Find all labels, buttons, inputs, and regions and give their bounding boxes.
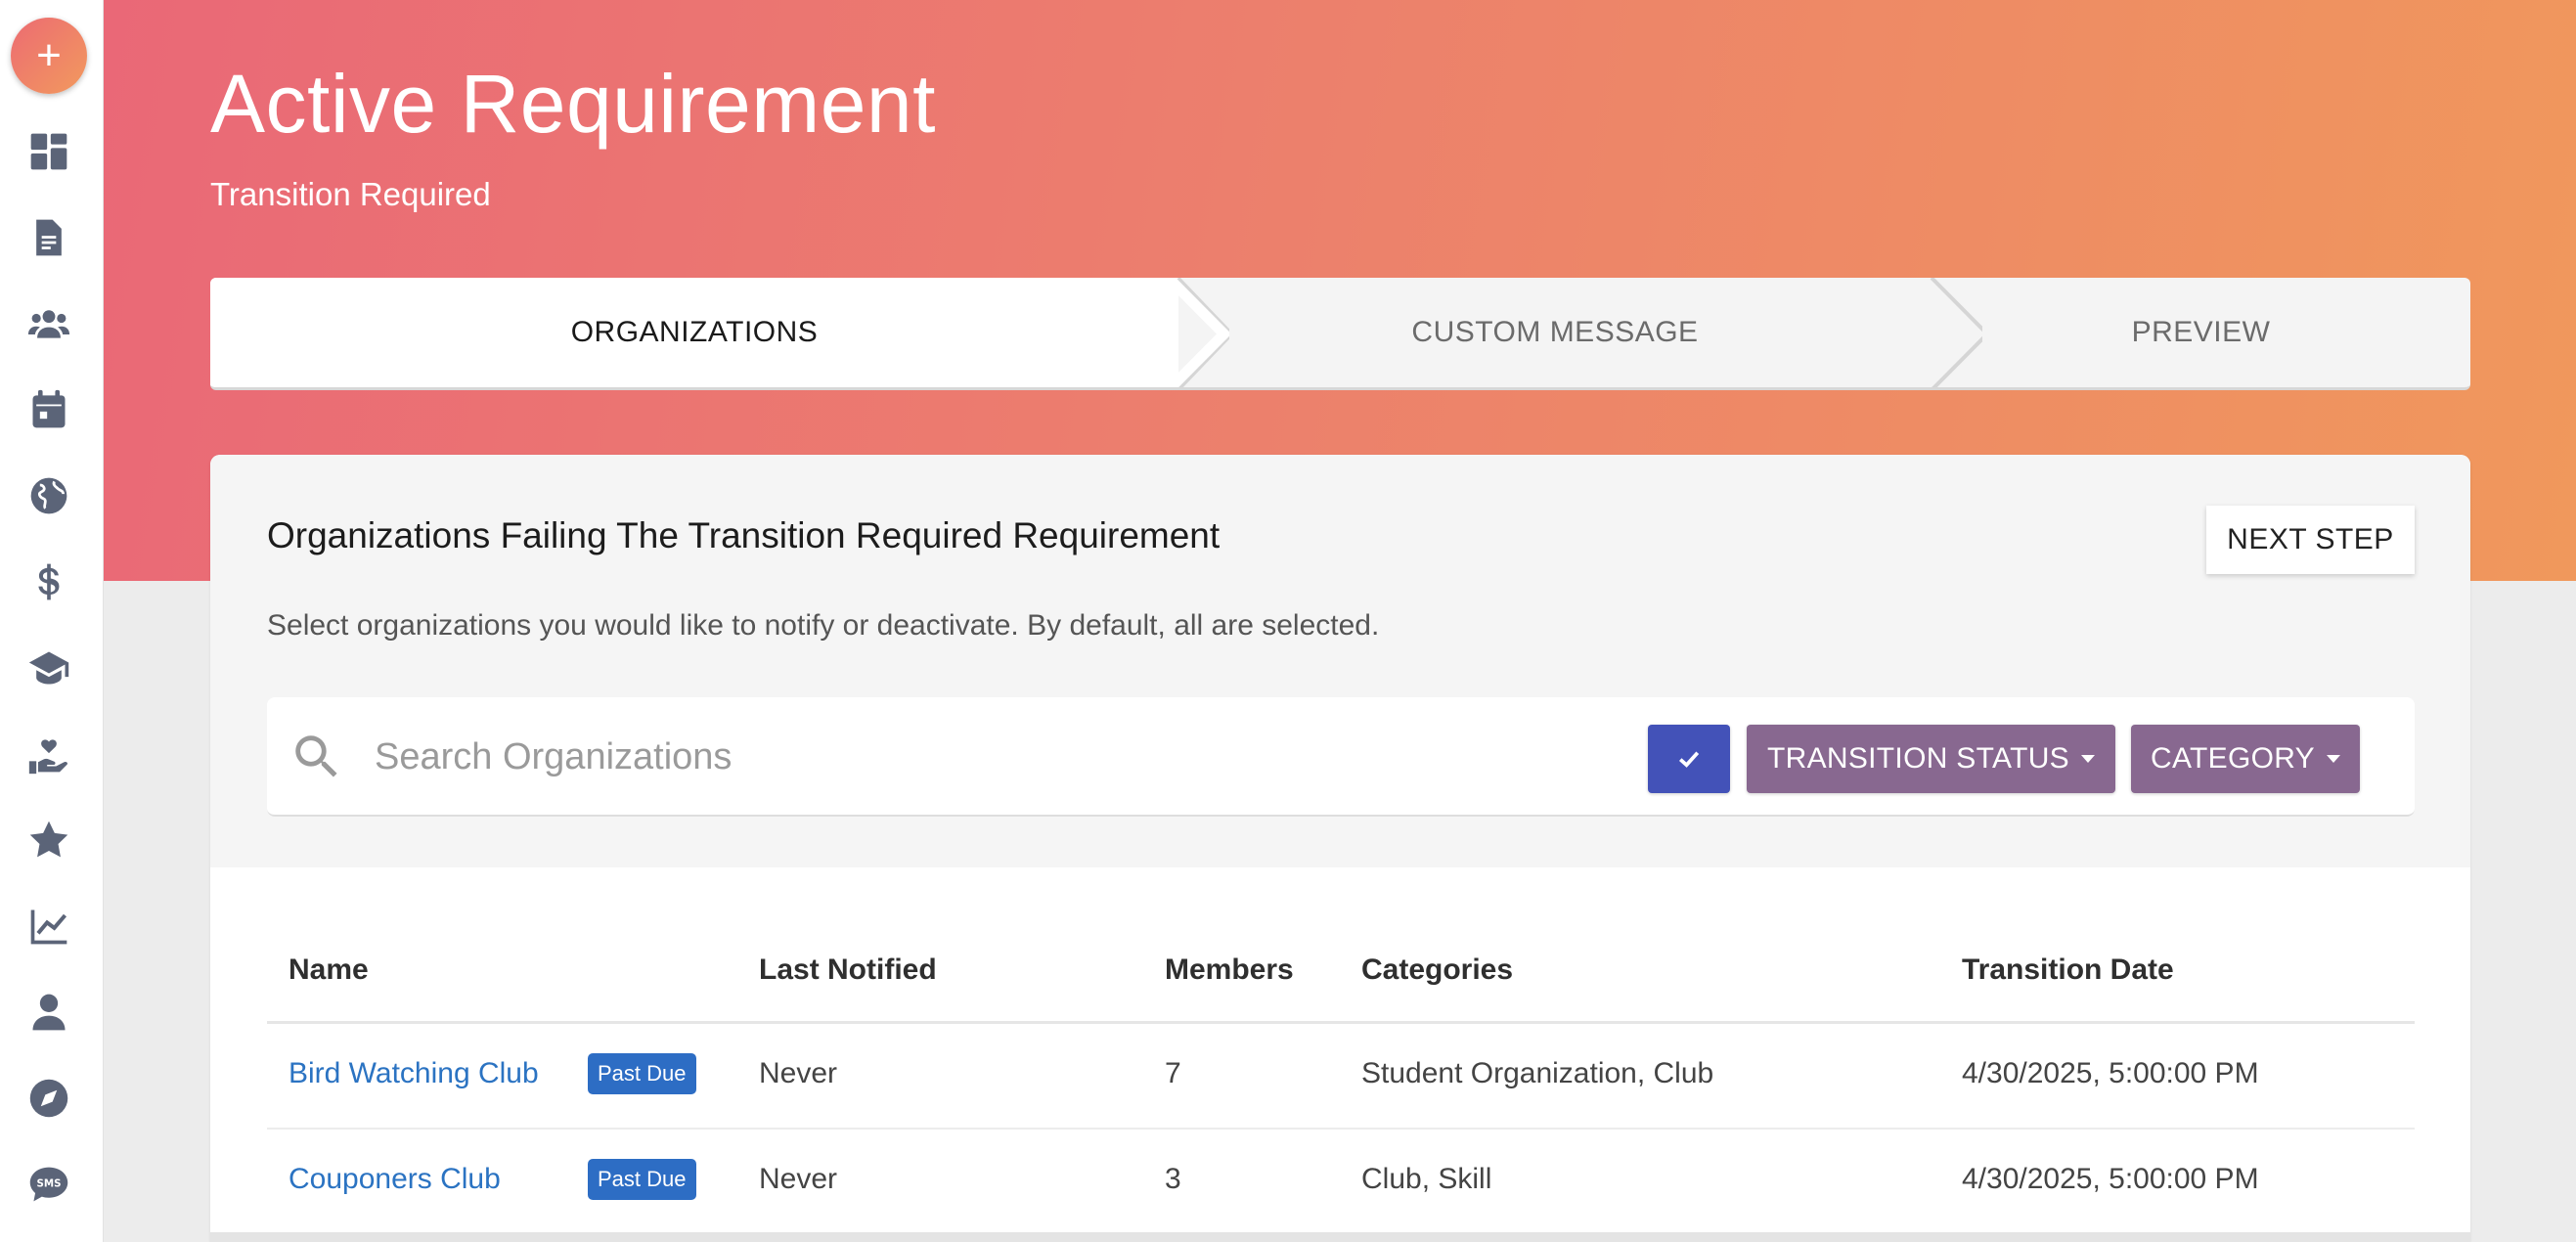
chart-line-icon[interactable] [22,900,75,953]
step-organizations[interactable]: ORGANIZATIONS [210,278,1178,387]
dollar-icon[interactable] [22,555,75,608]
select-all-button[interactable] [1648,725,1730,793]
next-step-button[interactable]: NEXT STEP [2206,506,2415,574]
dropdown-label: CATEGORY [2151,742,2315,775]
compass-icon[interactable] [22,1072,75,1125]
step-divider-icon [1161,278,1229,387]
categories-cell: Student Organization, Club [1361,1057,1714,1089]
last-notified-cell: Never [759,1163,838,1195]
status-badge: Past Due [588,1159,696,1200]
check-icon [1678,751,1700,768]
hand-heart-icon[interactable] [22,728,75,780]
person-icon[interactable] [22,986,75,1039]
step-label: PREVIEW [2131,316,2271,348]
step-custom-message[interactable]: CUSTOM MESSAGE [1178,278,1932,387]
search-icon [289,729,345,785]
transition-status-dropdown[interactable]: TRANSITION STATUS [1747,725,2115,793]
add-button[interactable]: + [11,18,87,94]
card-title: Organizations Failing The Transition Req… [267,515,1221,555]
column-header-transition-date[interactable]: Transition Date [1962,954,2174,987]
transition-date-cell: 4/30/2025, 5:00:00 PM [1962,1057,2259,1089]
table-row[interactable]: Couponers Club Past Due Never 3 Club, Sk… [267,1130,2415,1235]
page-subtitle: Transition Required [210,176,491,212]
dropdown-label: TRANSITION STATUS [1767,742,2069,775]
column-header-members[interactable]: Members [1165,954,1294,987]
members-cell: 3 [1165,1163,1181,1195]
search-bar: TRANSITION STATUS CATEGORY [267,697,2415,817]
caret-down-icon [2081,755,2095,763]
card-description: Select organizations you would like to n… [267,609,1380,642]
last-notified-cell: Never [759,1057,838,1089]
categories-cell: Club, Skill [1361,1163,1492,1195]
members-cell: 7 [1165,1057,1181,1089]
step-label: ORGANIZATIONS [570,316,819,348]
plus-icon: + [36,31,62,79]
sidebar: + SMS [0,0,104,1242]
status-badge: Past Due [588,1053,696,1094]
column-header-last-notified[interactable]: Last Notified [759,954,937,987]
star-icon[interactable] [22,814,75,866]
page-title: Active Requirement [210,58,936,150]
table-footer-strip [210,1232,2470,1242]
step-label: CUSTOM MESSAGE [1411,316,1699,348]
column-header-name[interactable]: Name [289,954,369,987]
step-preview[interactable]: PREVIEW [1932,278,2470,387]
transition-date-cell: 4/30/2025, 5:00:00 PM [1962,1163,2259,1195]
document-icon[interactable] [22,211,75,264]
organization-name-link[interactable]: Couponers Club [289,1163,501,1196]
table-row[interactable]: Bird Watching Club Past Due Never 7 Stud… [267,1024,2415,1130]
calendar-icon[interactable] [22,383,75,436]
organization-name-link[interactable]: Bird Watching Club [289,1057,539,1090]
globe-icon[interactable] [22,469,75,522]
step-divider-icon [1930,278,1982,387]
dashboard-icon[interactable] [22,125,75,178]
svg-text:SMS: SMS [37,1177,62,1189]
step-navigator: ORGANIZATIONS CUSTOM MESSAGE PREVIEW [210,278,2470,390]
organizations-card: Organizations Failing The Transition Req… [210,455,2470,1242]
column-header-categories[interactable]: Categories [1361,954,1513,987]
search-input[interactable] [375,723,1597,791]
sms-icon[interactable]: SMS [22,1158,75,1211]
graduation-cap-icon[interactable] [22,642,75,694]
users-icon[interactable] [22,297,75,350]
category-dropdown[interactable]: CATEGORY [2131,725,2360,793]
caret-down-icon [2327,755,2340,763]
